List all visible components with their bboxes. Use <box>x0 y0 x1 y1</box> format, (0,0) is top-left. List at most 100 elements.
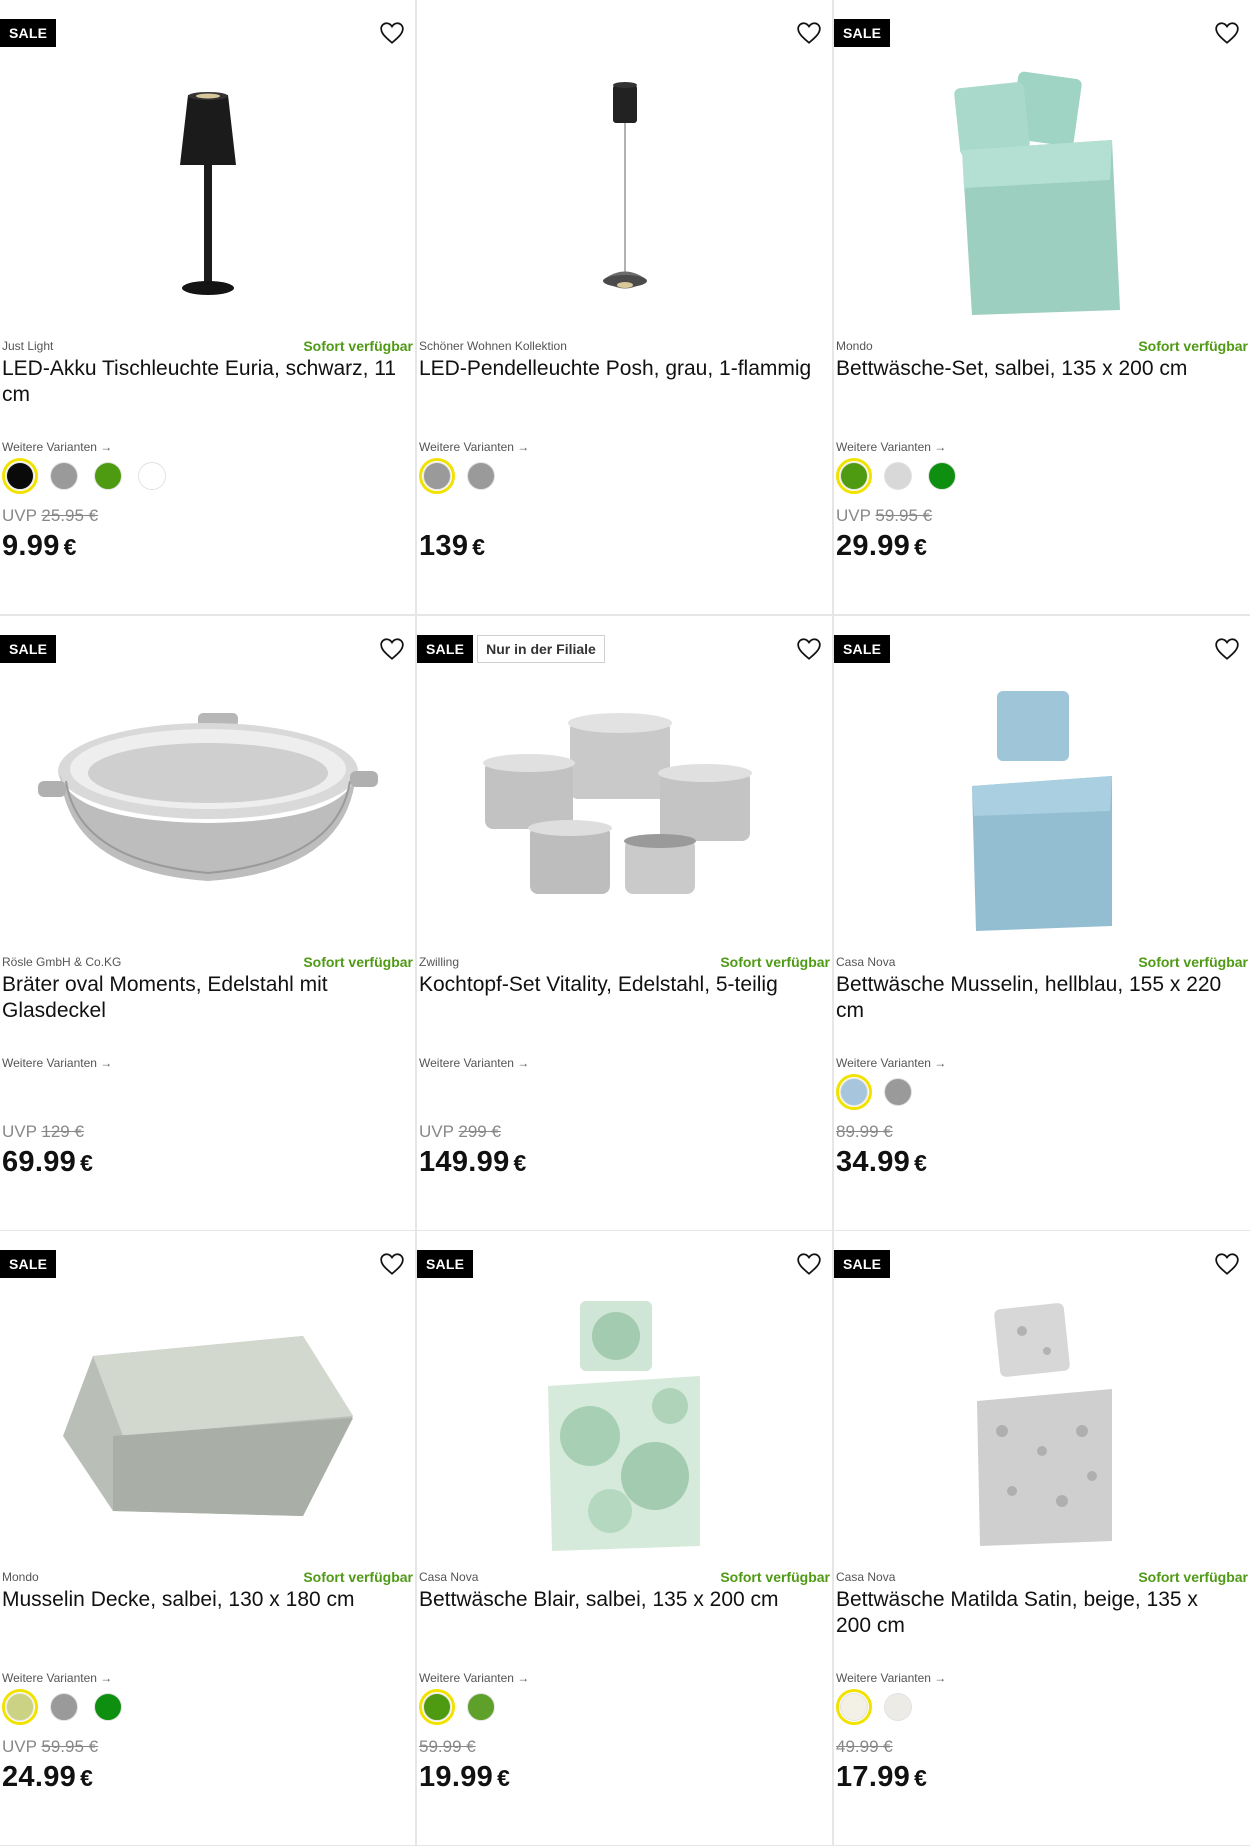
current-price: 24.99 € <box>2 1761 93 1794</box>
product-card[interactable]: SALE Mondo Sofort verfügbar Musselin Decke… <box>0 1231 415 1845</box>
product-title[interactable]: Musselin Decke, salbei, 130 x 180 cm <box>2 1587 403 1613</box>
heart-icon[interactable] <box>1214 20 1240 46</box>
uvp-label: UVP <box>419 1122 454 1141</box>
color-swatch[interactable] <box>836 458 872 494</box>
product-card[interactable]: SALE Just Light Sofort verfügbar LED-Akku … <box>0 0 415 614</box>
more-variants-link[interactable]: Weitere Varianten → <box>419 440 529 454</box>
product-image[interactable] <box>0 55 415 335</box>
color-swatch[interactable] <box>90 1689 126 1725</box>
color-swatch[interactable] <box>463 458 499 494</box>
product-card[interactable]: SALE Mondo Sofort verfügbar Bettwäsche-Set… <box>834 0 1250 614</box>
product-card[interactable]: Schöner Wohnen Kollektion LED-Pendelleuch… <box>417 0 832 614</box>
product-image[interactable] <box>834 671 1250 951</box>
heart-icon[interactable] <box>1214 636 1240 662</box>
color-swatch[interactable] <box>836 1074 872 1110</box>
product-image[interactable] <box>417 55 832 335</box>
more-variants-link[interactable]: Weitere Varianten → <box>2 1671 112 1685</box>
more-variants-link[interactable]: Weitere Varianten → <box>419 1671 529 1685</box>
product-title[interactable]: Bettwäsche-Set, salbei, 135 x 200 cm <box>836 356 1238 382</box>
product-title[interactable]: Bettwäsche Blair, salbei, 135 x 200 cm <box>419 1587 820 1613</box>
color-swatches <box>2 1689 126 1725</box>
old-price: 49.99 € <box>836 1737 893 1756</box>
color-swatch[interactable] <box>46 458 82 494</box>
swatch-dot <box>884 1078 912 1106</box>
uvp-label: UVP <box>2 1122 37 1141</box>
more-variants-link[interactable]: Weitere Varianten → <box>836 440 946 454</box>
color-swatch[interactable] <box>134 458 170 494</box>
product-card[interactable]: SALE Casa Nova Sofort verfügbar Bettwäsche… <box>834 616 1250 1230</box>
heart-icon[interactable] <box>796 1251 822 1277</box>
brand-row: Schöner Wohnen Kollektion <box>419 336 830 356</box>
brand-row: Casa Nova Sofort verfügbar <box>836 1567 1248 1587</box>
heart-icon[interactable] <box>379 636 405 662</box>
sale-badge: SALE <box>0 1250 57 1278</box>
current-price: 29.99 € <box>836 530 927 563</box>
swatch-dot <box>94 462 122 490</box>
color-swatch[interactable] <box>836 1689 872 1725</box>
product-image[interactable] <box>834 55 1250 335</box>
availability-label: Sofort verfügbar <box>720 1569 830 1585</box>
color-swatch[interactable] <box>924 458 960 494</box>
price-value: 149.99 <box>419 1146 510 1178</box>
more-variants-link[interactable]: Weitere Varianten → <box>419 1056 529 1070</box>
currency-symbol: € <box>914 534 928 560</box>
product-image[interactable] <box>0 671 415 951</box>
product-image[interactable] <box>417 1286 832 1566</box>
product-title[interactable]: Bräter oval Moments, Edelstahl mit Glasd… <box>2 972 403 1024</box>
badge-row: SALE <box>0 1250 57 1278</box>
color-swatch[interactable] <box>880 458 916 494</box>
old-price: 129 € <box>41 1122 84 1141</box>
heart-icon[interactable] <box>379 20 405 46</box>
price-value: 29.99 <box>836 530 911 562</box>
more-variants-link[interactable]: Weitere Varianten → <box>2 1056 112 1070</box>
more-variants-link[interactable]: Weitere Varianten → <box>2 440 112 454</box>
color-swatch[interactable] <box>2 458 38 494</box>
swatch-dot <box>50 462 78 490</box>
color-swatches <box>419 458 499 494</box>
color-swatch[interactable] <box>419 458 455 494</box>
heart-icon[interactable] <box>796 636 822 662</box>
more-variants-link[interactable]: Weitere Varianten → <box>836 1056 946 1070</box>
currency-symbol: € <box>914 1150 928 1176</box>
color-swatch[interactable] <box>419 1689 455 1725</box>
product-card[interactable]: SALE Casa Nova Sofort verfügbar Bettwäsche… <box>834 1231 1250 1845</box>
badge-row: SALE <box>834 635 891 663</box>
product-title[interactable]: LED-Pendelleuchte Posh, grau, 1-flammig <box>419 356 820 382</box>
heart-icon[interactable] <box>796 20 822 46</box>
product-image[interactable] <box>0 1286 415 1566</box>
heart-icon[interactable] <box>379 1251 405 1277</box>
color-swatch[interactable] <box>2 1689 38 1725</box>
product-image[interactable] <box>834 1286 1250 1566</box>
availability-label: Sofort verfügbar <box>303 338 413 354</box>
more-variants-link[interactable]: Weitere Varianten → <box>836 1671 946 1685</box>
swatch-dot <box>840 1078 868 1106</box>
currency-symbol: € <box>472 534 486 560</box>
badge-row: SALE <box>834 1250 891 1278</box>
product-card[interactable]: SALE Nur in der Filiale Zwilling Sofort ve… <box>417 616 832 1230</box>
product-title[interactable]: Kochtopf-Set Vitality, Edelstahl, 5-teil… <box>419 972 820 998</box>
brand-row: Casa Nova Sofort verfügbar <box>836 952 1248 972</box>
swatch-dot <box>423 462 451 490</box>
swatch-dot <box>467 462 495 490</box>
sale-badge: SALE <box>0 19 57 47</box>
sale-badge: SALE <box>417 635 474 663</box>
color-swatch[interactable] <box>90 458 126 494</box>
heart-icon[interactable] <box>1214 1251 1240 1277</box>
reference-price: UVP 299 € <box>419 1122 501 1142</box>
product-image[interactable] <box>417 671 832 951</box>
price-value: 17.99 <box>836 1761 911 1793</box>
product-card[interactable]: SALE Casa Nova Sofort verfügbar Bettwäsche… <box>417 1231 832 1845</box>
color-swatch[interactable] <box>880 1689 916 1725</box>
brand-row: Casa Nova Sofort verfügbar <box>419 1567 830 1587</box>
current-price: 149.99 € <box>419 1146 527 1179</box>
product-card[interactable]: SALE Rösle GmbH & Co.KG Sofort verfügbar B… <box>0 616 415 1230</box>
badge-row: SALE <box>834 19 891 47</box>
availability-label: Sofort verfügbar <box>1138 954 1248 970</box>
availability-label: Sofort verfügbar <box>1138 1569 1248 1585</box>
color-swatch[interactable] <box>46 1689 82 1725</box>
product-title[interactable]: LED-Akku Tischleuchte Euria, schwarz, 11… <box>2 356 403 408</box>
color-swatch[interactable] <box>880 1074 916 1110</box>
product-title[interactable]: Bettwäsche Musselin, hellblau, 155 x 220… <box>836 972 1238 1024</box>
color-swatch[interactable] <box>463 1689 499 1725</box>
product-title[interactable]: Bettwäsche Matilda Satin, beige, 135 x 2… <box>836 1587 1238 1639</box>
